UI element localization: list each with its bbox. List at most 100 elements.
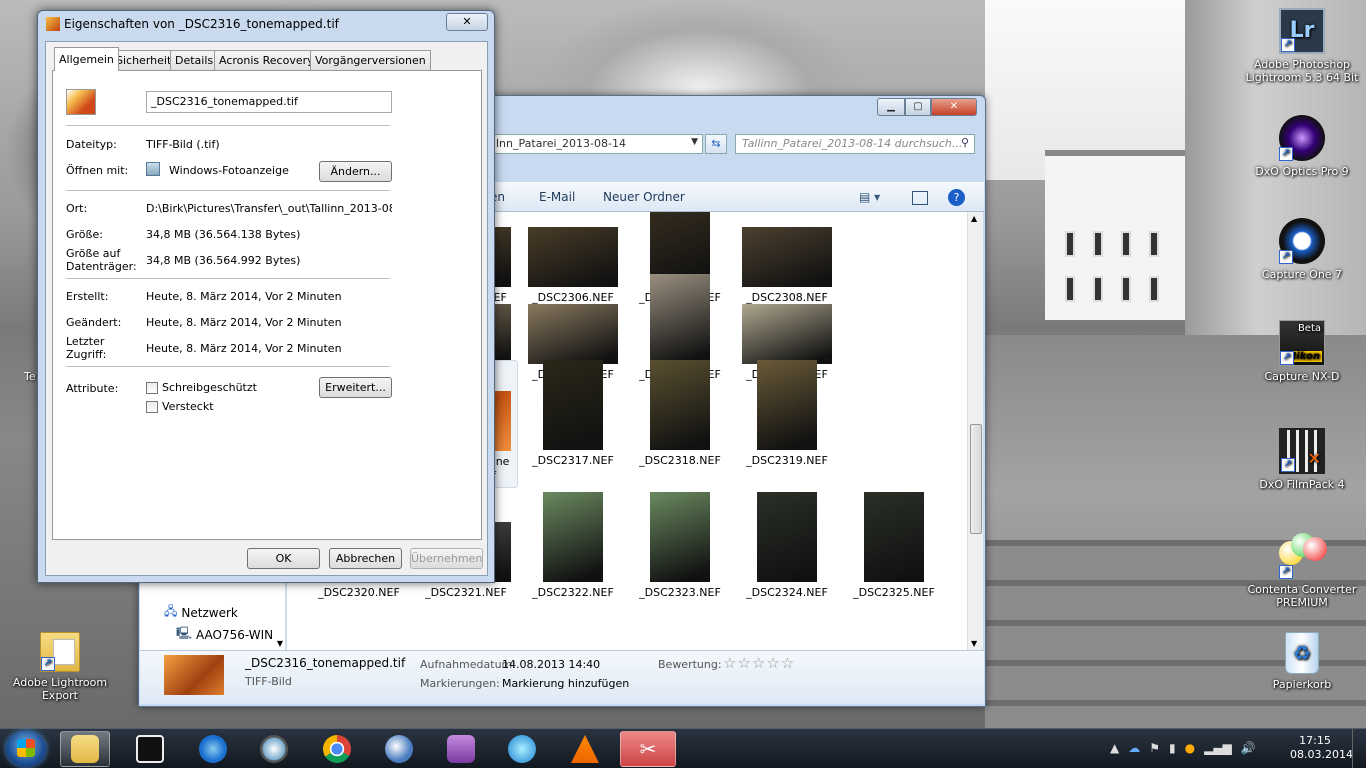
location-label: Ort: xyxy=(66,202,88,215)
nav-item-network[interactable]: 🖧 Netzwerk xyxy=(164,602,238,623)
tab-details[interactable]: Details xyxy=(170,50,219,70)
rating-stars-icon[interactable]: ☆☆☆☆☆ xyxy=(723,654,795,672)
onenote-icon xyxy=(447,735,475,763)
file-item[interactable]: _DSC2317.NEF xyxy=(521,360,625,468)
file-type-icon xyxy=(66,89,96,115)
refresh-icon: ⇆ xyxy=(711,137,721,150)
show-hidden-icons-icon[interactable]: ▲ xyxy=(1110,741,1119,755)
clock[interactable]: 17:15 08.03.2014 xyxy=(1290,734,1353,762)
nav-scroll-down-icon[interactable]: ▼ xyxy=(277,639,283,648)
details-date-value: 14.08.2013 14:40 xyxy=(502,658,601,671)
details-filename: _DSC2316_tonemapped.tif xyxy=(245,656,406,670)
battery-icon[interactable]: ▮ xyxy=(1169,741,1176,755)
taskbar-app-1[interactable] xyxy=(125,731,175,767)
preview-pane-icon[interactable] xyxy=(912,191,928,205)
file-item[interactable]: _DSC2325.NEF xyxy=(842,492,946,600)
file-item[interactable]: _DSC2319.NEF xyxy=(735,360,839,468)
file-thumbnail xyxy=(650,274,710,364)
hidden-checkbox[interactable]: Versteckt xyxy=(146,400,214,413)
desktop-icon-lightroom[interactable]: Lr ↗ Adobe Photoshop Lightroom 5.3 64 Bi… xyxy=(1242,8,1362,84)
photo-viewer-icon xyxy=(146,162,160,176)
scroll-down-icon[interactable]: ▼ xyxy=(971,639,977,648)
signal-icon[interactable]: ▂▄▆ xyxy=(1204,741,1232,755)
filmpack-icon: ✕ ↗ xyxy=(1279,428,1325,474)
scissors-icon: ✂ xyxy=(639,737,657,761)
taskbar-thunderbird[interactable] xyxy=(374,731,424,767)
minimize-button[interactable]: ▁ xyxy=(877,98,905,116)
folder-icon: ↗ xyxy=(40,632,80,672)
address-bar[interactable]: lnn_Patarei_2013-08-14 ▼ xyxy=(489,134,703,154)
cloud-icon[interactable]: ☁ xyxy=(1128,741,1140,755)
ok-button[interactable]: OK xyxy=(247,548,320,569)
tab-previous-versions[interactable]: Vorgängerversionen xyxy=(310,50,431,70)
desktop-icon-label: Papierkorb xyxy=(1272,678,1332,691)
chevron-down-icon[interactable]: ▼ xyxy=(691,137,698,147)
tab-acronis-recovery[interactable]: Acronis Recovery xyxy=(214,50,319,70)
advanced-button[interactable]: Erweitert... xyxy=(319,377,392,398)
change-button[interactable]: Ändern... xyxy=(319,161,392,182)
search-input[interactable]: Tallinn_Patarei_2013-08-14 durchsuch... … xyxy=(735,134,975,154)
desktop-icon-capture-nx-d[interactable]: Beta Nikon ↗ Capture NX-D xyxy=(1242,320,1362,383)
accessed-value: Heute, 8. März 2014, Vor 2 Minuten xyxy=(146,342,342,355)
file-thumbnail xyxy=(757,360,817,450)
file-item[interactable]: _DSC2318.NEF xyxy=(628,360,732,468)
properties-dialog[interactable]: Eigenschaften von _DSC2316_tonemapped.ti… xyxy=(37,10,495,583)
tab-security[interactable]: Sicherheit xyxy=(111,50,177,70)
desktop-icon-label: Adobe Lightroom Export xyxy=(12,676,108,702)
size-on-disk-label-2: Datenträger: xyxy=(66,260,137,273)
file-item[interactable]: _DSC2324.NEF xyxy=(735,492,839,600)
taskbar-chrome[interactable] xyxy=(312,731,362,767)
new-folder-button[interactable]: Neuer Ordner xyxy=(603,190,685,204)
file-thumbnail xyxy=(543,360,603,450)
details-tags-value[interactable]: Markierung hinzufügen xyxy=(502,677,629,690)
filename-field[interactable]: _DSC2316_tonemapped.tif xyxy=(146,91,392,113)
help-icon[interactable]: ? xyxy=(948,189,965,206)
shortcut-arrow-icon: ↗ xyxy=(1281,458,1295,472)
internet-explorer-icon xyxy=(199,735,227,763)
details-rating-label: Bewertung: xyxy=(658,658,722,671)
close-button[interactable]: ✕ xyxy=(931,98,977,116)
view-options-icon[interactable]: ▤ ▾ xyxy=(859,190,880,204)
taskbar-vlc[interactable] xyxy=(560,731,610,767)
desktop-icon-contenta[interactable]: ↗ Contenta Converter PREMIUM xyxy=(1242,533,1362,609)
desktop-icon-dxo-filmpack[interactable]: ✕ ↗ DxO FilmPack 4 xyxy=(1242,428,1362,491)
taskbar-itunes[interactable] xyxy=(497,731,547,767)
start-button[interactable] xyxy=(6,731,46,767)
desktop-icon-capture-one[interactable]: ↗ Capture One 7 xyxy=(1242,218,1362,281)
shortcut-arrow-icon: ↗ xyxy=(1281,38,1295,52)
vertical-scrollbar[interactable]: ▲ ▼ xyxy=(967,212,983,650)
cancel-button[interactable]: Abbrechen xyxy=(329,548,402,569)
email-button[interactable]: E-Mail xyxy=(539,190,575,204)
checkbox-box[interactable] xyxy=(146,400,158,413)
volume-icon[interactable]: 🔊 xyxy=(1241,741,1256,755)
checkbox-box[interactable] xyxy=(146,381,158,394)
desktop-icon-label: Contenta Converter PREMIUM xyxy=(1247,583,1357,609)
shortcut-arrow-icon: ↗ xyxy=(1280,351,1294,365)
readonly-checkbox[interactable]: Schreibgeschützt xyxy=(146,381,257,394)
taskbar-internet-explorer[interactable] xyxy=(188,731,238,767)
nav-item-computer[interactable]: 🖳 AAO756-WIN xyxy=(176,624,273,645)
flag-icon[interactable]: ⚑ xyxy=(1149,741,1160,755)
scroll-up-icon[interactable]: ▲ xyxy=(971,214,977,223)
taskbar-explorer[interactable] xyxy=(60,731,110,767)
dialog-close-button[interactable]: ✕ xyxy=(446,13,488,31)
file-thumbnail xyxy=(742,304,832,364)
desktop-icon-recycle-bin[interactable]: ♻ Papierkorb xyxy=(1242,632,1362,691)
location-value: D:\Birk\Pictures\Transfer\_out\Tallinn_2… xyxy=(146,202,392,215)
scrollbar-thumb[interactable] xyxy=(970,424,982,534)
taskbar-onenote[interactable] xyxy=(436,731,486,767)
desktop-icon-lightroom-export[interactable]: ↗ Adobe Lightroom Export xyxy=(0,632,120,702)
show-desktop-button[interactable] xyxy=(1352,729,1366,768)
maximize-button[interactable]: ▢ xyxy=(905,98,931,116)
desktop-icon-dxo-optics[interactable]: ↗ DxO Optics Pro 9 xyxy=(1242,115,1362,178)
taskbar-snipping-tool[interactable]: ✂ xyxy=(620,731,676,767)
taskbar-safari[interactable] xyxy=(249,731,299,767)
file-item[interactable]: _DSC2323.NEF xyxy=(628,492,732,600)
refresh-button[interactable]: ⇆ xyxy=(705,134,727,154)
tab-general[interactable]: Allgemein xyxy=(54,47,119,71)
apply-button[interactable]: Übernehmen xyxy=(410,548,483,569)
shortcut-arrow-icon: ↗ xyxy=(1279,565,1293,579)
file-item[interactable]: _DSC2322.NEF xyxy=(521,492,625,600)
tray-app-icon[interactable]: ● xyxy=(1185,741,1195,755)
file-thumbnail xyxy=(650,360,710,450)
